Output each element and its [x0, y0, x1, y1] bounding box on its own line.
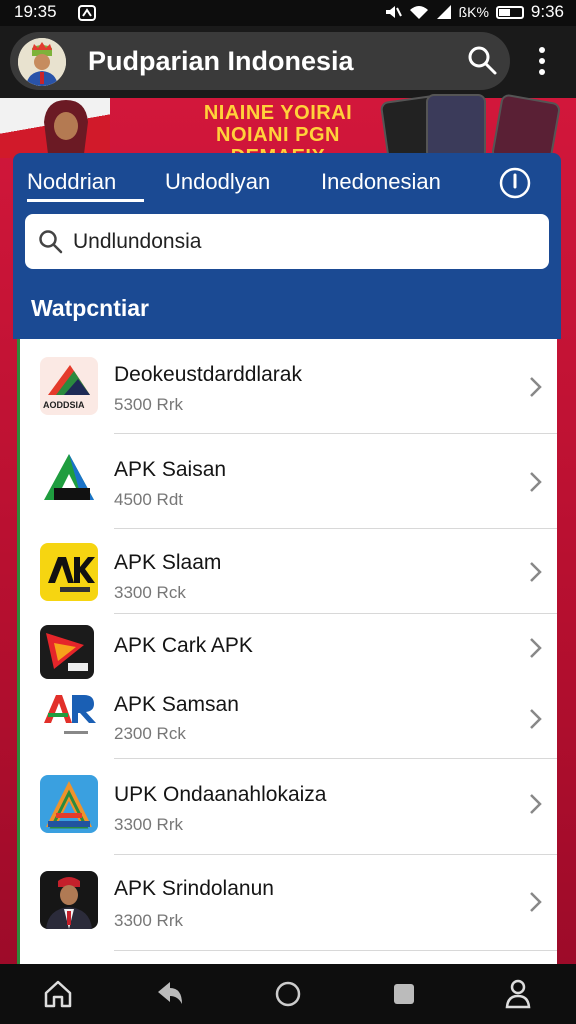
- app-price: 2300 Rck: [114, 724, 186, 743]
- list-item[interactable]: APK Cark APK: [20, 614, 557, 679]
- section-title: Watpcntiar: [31, 295, 149, 321]
- app-name: Deokeustdarddlarak: [114, 363, 302, 386]
- list-item[interactable]: APK Slaam 3300 Rck: [20, 529, 557, 614]
- app-icon-caption: AODDSIA: [43, 400, 85, 410]
- app-name: APK Samsan: [114, 693, 239, 716]
- app-title: Pudparian Indonesia: [88, 46, 354, 76]
- chevron-right-icon: [530, 892, 542, 912]
- person-photo-icon: [40, 871, 98, 929]
- ar-logo-icon: [40, 687, 98, 745]
- chevron-right-icon: [530, 472, 542, 492]
- status-clock-right: 9:36: [530, 2, 564, 21]
- status-time: 19:35: [14, 2, 57, 21]
- mute-icon: [385, 6, 402, 18]
- list-item[interactable]: APK Srindolanun 3300 Rrk: [20, 855, 557, 951]
- signal-icon: [436, 5, 451, 19]
- more-vert-icon[interactable]: [528, 44, 556, 78]
- accessibility-icon[interactable]: [502, 978, 534, 1010]
- app-price: 3300 Rrk: [114, 815, 183, 834]
- green-a-logo-icon: [40, 450, 98, 508]
- app-price: 3300 Rck: [114, 583, 186, 602]
- square-recents-icon[interactable]: [388, 978, 420, 1010]
- banner-headline-line1: NIAINE YOIRAI: [203, 102, 353, 124]
- system-nav-bar: [0, 964, 576, 1024]
- list-item[interactable]: UPK Ondaanahlokaiza 3300 Rrk: [20, 759, 557, 855]
- app-name: APK Slaam: [114, 551, 222, 574]
- tab-undodlyan[interactable]: Undodlyan: [165, 169, 270, 195]
- chevron-right-icon: [530, 562, 542, 582]
- status-indicator: ßK%: [458, 4, 489, 20]
- chevron-right-icon: [530, 377, 542, 397]
- search-icon: [39, 230, 63, 254]
- search-field[interactable]: [25, 214, 549, 269]
- active-tab-indicator: [27, 199, 144, 202]
- chevron-right-icon: [530, 638, 542, 658]
- wifi-icon: [409, 6, 428, 19]
- chevron-right-icon: [530, 709, 542, 729]
- app-name: APK Srindolanun: [114, 877, 274, 900]
- status-bar: 19:35 ßK% 9:36: [0, 0, 576, 26]
- multicolor-triangle-icon: AODDSIA: [40, 357, 98, 415]
- tab-panel: Noddrian Undodlyan Inedonesian Watpcntia…: [13, 153, 561, 339]
- chevron-right-icon: [530, 794, 542, 814]
- app-list: AODDSIA Deokeustdarddlarak 5300 Rrk APK …: [17, 339, 557, 964]
- battery-icon: [495, 5, 524, 19]
- yellow-ak-logo-icon: [40, 543, 98, 601]
- search-input[interactable]: [73, 224, 533, 260]
- tab-noddrian[interactable]: Noddrian: [27, 169, 116, 195]
- info-icon[interactable]: [499, 167, 531, 199]
- home-icon[interactable]: [42, 978, 74, 1010]
- notification-icon: [78, 5, 96, 21]
- app-bar: Pudparian Indonesia: [0, 26, 576, 98]
- app-name: UPK Ondaanahlokaiza: [114, 783, 327, 806]
- phone-graphic: [426, 94, 486, 160]
- search-icon[interactable]: [466, 44, 498, 76]
- app-name: APK Cark APK: [114, 634, 253, 657]
- banner-person-icon: [44, 100, 88, 154]
- circle-home-icon[interactable]: [272, 978, 304, 1010]
- list-item[interactable]: APK Saisan 4500 Rdt: [20, 434, 557, 529]
- app-price: 4500 Rdt: [114, 490, 183, 509]
- profile-avatar[interactable]: [18, 38, 66, 86]
- tab-inedonesian[interactable]: Inedonesian: [321, 169, 441, 195]
- list-item[interactable]: APK Samsan 2300 Rck: [20, 679, 557, 759]
- blue-a-logo-icon: [40, 775, 98, 833]
- red-play-logo-icon: [40, 625, 94, 679]
- list-item[interactable]: AODDSIA Deokeustdarddlarak 5300 Rrk: [20, 339, 557, 434]
- back-icon[interactable]: [154, 978, 186, 1010]
- app-price: 5300 Rrk: [114, 395, 183, 414]
- app-name: APK Saisan: [114, 458, 227, 481]
- app-price: 3300 Rrk: [114, 911, 183, 930]
